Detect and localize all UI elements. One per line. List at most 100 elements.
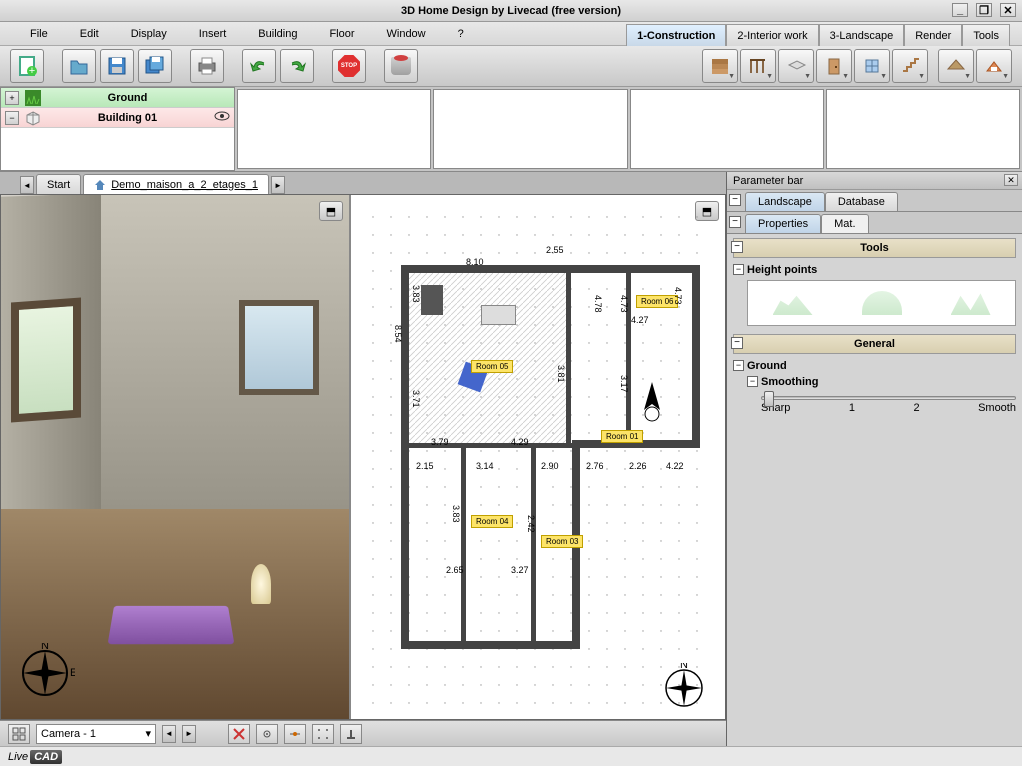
document-area: ◄ Start Demo_maison_a_2_etages_1 ►	[0, 172, 1022, 746]
view-2d[interactable]: ⬒	[351, 195, 725, 719]
footer: Live CAD	[0, 746, 1022, 766]
collapse-tabs-1[interactable]: −	[729, 194, 741, 206]
camera-next-button[interactable]: ►	[182, 725, 196, 743]
window-title: 3D Home Design by Livecad (free version)	[401, 5, 621, 17]
snap-cancel-button[interactable]	[228, 724, 250, 744]
toggle-height-points[interactable]: −	[733, 264, 744, 275]
slider-thumb[interactable]	[764, 391, 774, 407]
tab-landscape-param[interactable]: Landscape	[745, 192, 825, 211]
parameter-bar-close[interactable]: ✕	[1004, 174, 1018, 186]
tab-render[interactable]: Render	[904, 24, 962, 46]
expand-3d-button[interactable]: ⬒	[319, 201, 343, 221]
terrain-profile-3[interactable]	[951, 291, 991, 315]
menu-file[interactable]: File	[14, 25, 64, 43]
stop-icon: STOP	[338, 55, 360, 77]
layer-building[interactable]: − Building 01	[1, 108, 234, 128]
parameter-bar: Parameter bar ✕ − Landscape Database − P…	[726, 172, 1022, 746]
snap-midpoint-button[interactable]	[284, 724, 306, 744]
layer-building-label: Building 01	[47, 112, 208, 124]
tab-interior-work[interactable]: 2-Interior work	[726, 24, 818, 46]
view-split: ⬒ NE ⬒	[0, 194, 726, 720]
new-file-button[interactable]: +	[10, 49, 44, 83]
slider-labels: Sharp 1 2 Smooth	[761, 402, 1016, 414]
railing-tool-button[interactable]: ▼	[740, 49, 776, 83]
stairs-tool-button[interactable]: ▼	[892, 49, 928, 83]
layer-ground[interactable]: + Ground	[1, 88, 234, 108]
height-points-panel	[747, 280, 1016, 326]
node-ground[interactable]: − Ground	[733, 358, 1016, 374]
view-3d[interactable]: ⬒ NE	[1, 195, 351, 719]
tab-start[interactable]: Start	[36, 174, 81, 194]
tab-construction[interactable]: 1-Construction	[626, 24, 726, 46]
toggle-ground[interactable]: −	[733, 360, 744, 371]
menu-help[interactable]: ?	[442, 25, 480, 43]
menu-display[interactable]: Display	[115, 25, 183, 43]
undo-button[interactable]	[242, 49, 276, 83]
room-label-03: Room 03	[541, 535, 583, 548]
save-button[interactable]	[100, 49, 134, 83]
print-button[interactable]	[190, 49, 224, 83]
wall-tool-button[interactable]: ▼	[702, 49, 738, 83]
preview-well-4[interactable]	[826, 89, 1020, 169]
menu-floor[interactable]: Floor	[313, 25, 370, 43]
section-tools: Tools	[733, 238, 1016, 258]
slab-tool-button[interactable]: ▼	[778, 49, 814, 83]
window-tool-button[interactable]: ▼	[854, 49, 890, 83]
preview-well-3[interactable]	[630, 89, 824, 169]
door-tool-button[interactable]: ▼	[816, 49, 852, 83]
dropdown-icon: ▾	[145, 727, 151, 740]
camera-select[interactable]: Camera - 1 ▾	[36, 724, 156, 744]
cube-icon	[25, 110, 41, 126]
visibility-icon[interactable]	[214, 110, 230, 125]
menu-insert[interactable]: Insert	[183, 25, 243, 43]
snap-grid-button[interactable]	[312, 724, 334, 744]
save-all-button[interactable]	[138, 49, 172, 83]
collapse-tools[interactable]: −	[731, 241, 743, 253]
paint-button[interactable]	[384, 49, 418, 83]
open-button[interactable]	[62, 49, 96, 83]
collapse-general[interactable]: −	[731, 337, 743, 349]
close-button[interactable]: ✕	[1000, 3, 1016, 17]
tab-properties[interactable]: Properties	[745, 214, 821, 233]
tab-landscape[interactable]: 3-Landscape	[819, 24, 905, 46]
dormer-tool-button[interactable]: ▼	[976, 49, 1012, 83]
stop-button[interactable]: STOP	[332, 49, 366, 83]
preview-well-2[interactable]	[433, 89, 627, 169]
terrain-profile-2[interactable]	[862, 291, 902, 315]
smoothing-slider[interactable]	[761, 396, 1016, 400]
minimize-button[interactable]: _	[952, 3, 968, 17]
toggle-smoothing[interactable]: −	[747, 376, 758, 387]
roof-tool-button[interactable]: ▼	[938, 49, 974, 83]
snap-perp-button[interactable]	[340, 724, 362, 744]
collapse-tabs-2[interactable]: −	[729, 216, 741, 228]
redo-button[interactable]	[280, 49, 314, 83]
preview-well-1[interactable]	[237, 89, 431, 169]
tab-scroll-left[interactable]: ◄	[20, 176, 34, 194]
grass-icon	[25, 90, 41, 106]
grid-toggle-button[interactable]	[8, 724, 30, 744]
menu-edit[interactable]: Edit	[64, 25, 115, 43]
document-tabs: ◄ Start Demo_maison_a_2_etages_1 ►	[0, 172, 726, 194]
tab-demo[interactable]: Demo_maison_a_2_etages_1	[83, 174, 269, 194]
compass-2d-icon: N	[659, 663, 709, 713]
terrain-profile-1[interactable]	[773, 291, 813, 315]
menu-window[interactable]: Window	[371, 25, 442, 43]
layer-ground-label: Ground	[47, 92, 208, 104]
snap-endpoint-button[interactable]	[256, 724, 278, 744]
expand-ground-button[interactable]: +	[5, 91, 19, 105]
tab-material[interactable]: Mat.	[821, 214, 868, 233]
slider-track[interactable]	[761, 396, 1016, 400]
paint-bucket-icon	[391, 57, 411, 75]
param-tabs-2: − Properties Mat.	[727, 212, 1022, 234]
tab-tools[interactable]: Tools	[962, 24, 1010, 46]
north-arrow-icon	[634, 380, 670, 424]
menu-building[interactable]: Building	[242, 25, 313, 43]
layers-panel: + Ground − Building 01	[0, 87, 1022, 172]
tab-scroll-right[interactable]: ►	[271, 176, 285, 194]
node-height-points[interactable]: − Height points	[733, 262, 1016, 278]
tab-database-param[interactable]: Database	[825, 192, 898, 211]
node-smoothing[interactable]: − Smoothing	[747, 374, 1016, 390]
maximize-button[interactable]: ❐	[976, 3, 992, 17]
camera-prev-button[interactable]: ◄	[162, 725, 176, 743]
collapse-building-button[interactable]: −	[5, 111, 19, 125]
